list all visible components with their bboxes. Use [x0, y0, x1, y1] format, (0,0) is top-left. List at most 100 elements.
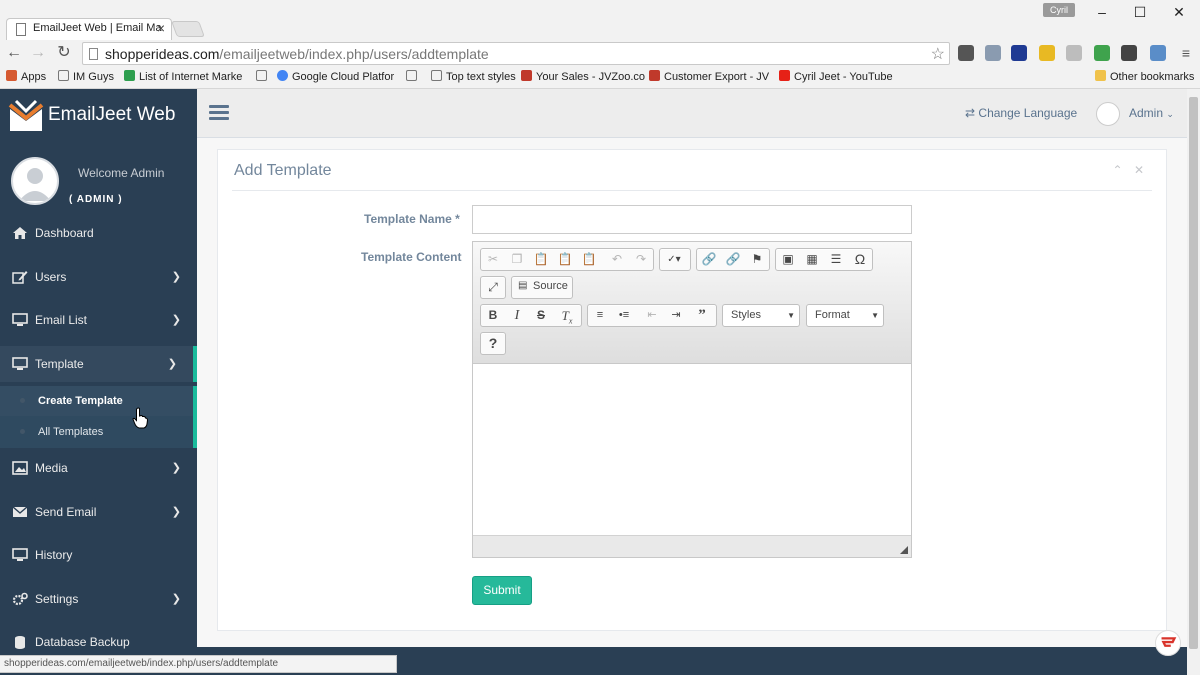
bulleted-list-icon[interactable]: •≡: [612, 305, 636, 326]
submit-button[interactable]: Submit: [472, 576, 532, 605]
bookmark-item[interactable]: List of Internet Marke: [124, 70, 242, 83]
scrollbar-thumb[interactable]: [1189, 97, 1198, 649]
bold-icon[interactable]: B: [481, 305, 505, 326]
sidebar-item-users[interactable]: Users ❯: [0, 259, 197, 295]
sidebar-item-template[interactable]: Template ❯: [0, 346, 197, 382]
close-window-icon[interactable]: ✕: [1164, 2, 1194, 22]
extension-icon[interactable]: [1121, 45, 1137, 61]
special-char-icon[interactable]: Ω: [848, 249, 872, 270]
template-name-label: Template Name *: [364, 212, 460, 226]
jvzoo-icon: [649, 70, 660, 81]
bookmark-item[interactable]: Customer Export - JV: [649, 70, 769, 83]
edit-icon: [12, 271, 28, 284]
resize-handle-icon[interactable]: [900, 546, 908, 554]
welcome-text: Welcome Admin: [78, 166, 165, 180]
close-tab-icon[interactable]: ×: [157, 20, 165, 36]
forward-icon[interactable]: →: [28, 43, 48, 63]
profile-badge[interactable]: Cyril: [1043, 3, 1075, 17]
page-info-icon[interactable]: [89, 48, 98, 60]
extension-icon[interactable]: [1150, 45, 1166, 61]
folder-icon: [58, 70, 69, 81]
template-name-input[interactable]: [472, 205, 912, 234]
bookmark-star-icon[interactable]: ☆: [931, 44, 945, 64]
image-icon[interactable]: ▣: [776, 249, 800, 270]
editor-content-area[interactable]: [473, 365, 911, 535]
close-icon[interactable]: ✕: [1134, 163, 1144, 177]
brand-name: EmailJeet Web: [48, 104, 176, 125]
collapse-icon[interactable]: ⌃: [1113, 163, 1123, 177]
sidebar-item-media[interactable]: Media ❯: [0, 450, 197, 486]
styles-dropdown[interactable]: Styles ▼: [722, 304, 800, 327]
bookmark-folder[interactable]: IM Guys: [58, 70, 114, 83]
bookmark-item[interactable]: [256, 70, 271, 83]
paste-word-icon[interactable]: 📋: [577, 249, 601, 270]
desktop-icon: [12, 313, 28, 326]
bookmark-apps[interactable]: Apps: [6, 70, 46, 83]
bookmark-item[interactable]: Google Cloud Platfor: [277, 70, 394, 83]
paste-text-icon[interactable]: 📋: [553, 249, 577, 270]
maximize-icon[interactable]: ☐: [1125, 2, 1155, 22]
minimize-icon[interactable]: –: [1087, 2, 1117, 22]
sidebar-item-send-email[interactable]: Send Email ❯: [0, 494, 197, 530]
italic-icon[interactable]: I: [505, 305, 529, 326]
shuffle-icon: ⇄: [965, 106, 976, 120]
reload-icon[interactable]: ↻: [54, 43, 74, 63]
help-icon[interactable]: ?: [481, 333, 505, 354]
outdent-icon[interactable]: ⇤: [640, 305, 664, 326]
sidebar-item-database-backup[interactable]: Database Backup: [0, 624, 197, 657]
extension-icon[interactable]: [1039, 45, 1055, 61]
maximize-icon[interactable]: ⤢: [481, 277, 505, 298]
horizontal-line-icon[interactable]: ☰: [824, 249, 848, 270]
link-icon[interactable]: 🔗: [697, 249, 721, 270]
bookmark-item[interactable]: [406, 70, 421, 83]
table-icon[interactable]: ▦: [800, 249, 824, 270]
sidebar-item-dashboard[interactable]: Dashboard: [0, 215, 197, 251]
bookmark-other[interactable]: Other bookmarks: [1095, 70, 1194, 83]
back-icon[interactable]: ←: [4, 43, 24, 63]
menu-toggle-icon[interactable]: [209, 105, 229, 121]
extension-icon[interactable]: [985, 45, 1001, 61]
browser-tab[interactable]: EmailJeet Web | Email Ma ×: [6, 18, 172, 40]
anchor-flag-icon[interactable]: ⚑: [745, 249, 769, 270]
undo-icon[interactable]: ↶: [605, 249, 629, 270]
submenu-all-templates[interactable]: All Templates: [0, 417, 193, 447]
sidebar-item-settings[interactable]: Settings ❯: [0, 581, 197, 617]
bookmark-item[interactable]: Top text styles: [431, 70, 516, 83]
change-language-link[interactable]: ⇄ Change Language: [965, 106, 1077, 120]
admin-dropdown[interactable]: Admin ⌄: [1129, 106, 1174, 120]
sidebar-item-email-list[interactable]: Email List ❯: [0, 302, 197, 338]
bookmark-item[interactable]: Your Sales - JVZoo.co: [521, 70, 645, 83]
bookmark-item[interactable]: Cyril Jeet - YouTube: [779, 70, 893, 83]
format-dropdown[interactable]: Format ▼: [806, 304, 884, 327]
submenu-create-template[interactable]: Create Template: [0, 386, 193, 416]
unlink-icon[interactable]: 🔗: [721, 249, 745, 270]
page-icon: [16, 23, 26, 36]
remove-format-icon[interactable]: Tx: [555, 305, 579, 326]
page-scrollbar[interactable]: [1187, 89, 1200, 675]
extension-icon[interactable]: [1066, 45, 1082, 61]
blockquote-icon[interactable]: ”: [690, 305, 714, 326]
avatar[interactable]: [1096, 102, 1120, 126]
paste-icon[interactable]: 📋: [529, 249, 553, 270]
source-button[interactable]: ▤ Source: [511, 276, 573, 299]
browser-menu-icon[interactable]: ≡: [1176, 43, 1196, 63]
help-group: ?: [480, 332, 506, 355]
spellcheck-icon[interactable]: ✓▾: [662, 249, 686, 270]
indent-icon[interactable]: ⇥: [664, 305, 688, 326]
copy-icon[interactable]: ❐: [505, 249, 529, 270]
google-cloud-icon: [277, 70, 288, 81]
strike-icon[interactable]: S: [529, 305, 553, 326]
cut-icon[interactable]: ✂: [481, 249, 505, 270]
sidebar-item-history[interactable]: History: [0, 537, 197, 573]
extension-icon[interactable]: [1094, 45, 1110, 61]
numbered-list-icon[interactable]: ≡: [588, 305, 612, 326]
rich-text-editor: ✂ ❐ 📋 📋 📋 ↶ ↷ ✓▾ 🔗 🔗 ⚑ ▣ ▦ ☰ Ω ⤢ ▤ Sourc…: [472, 241, 912, 558]
bookmarks-bar: Apps IM Guys List of Internet Marke Goog…: [0, 67, 1200, 89]
extension-icon[interactable]: [958, 45, 974, 61]
bullet-icon: [20, 398, 25, 403]
redo-icon[interactable]: ↷: [629, 249, 653, 270]
extension-icon[interactable]: [1011, 45, 1027, 61]
top-navbar: ⇄ Change Language Admin ⌄: [197, 89, 1187, 138]
new-tab-button[interactable]: [171, 21, 205, 37]
address-bar[interactable]: shopperideas.com/emailjeetweb/index.php/…: [82, 42, 950, 65]
